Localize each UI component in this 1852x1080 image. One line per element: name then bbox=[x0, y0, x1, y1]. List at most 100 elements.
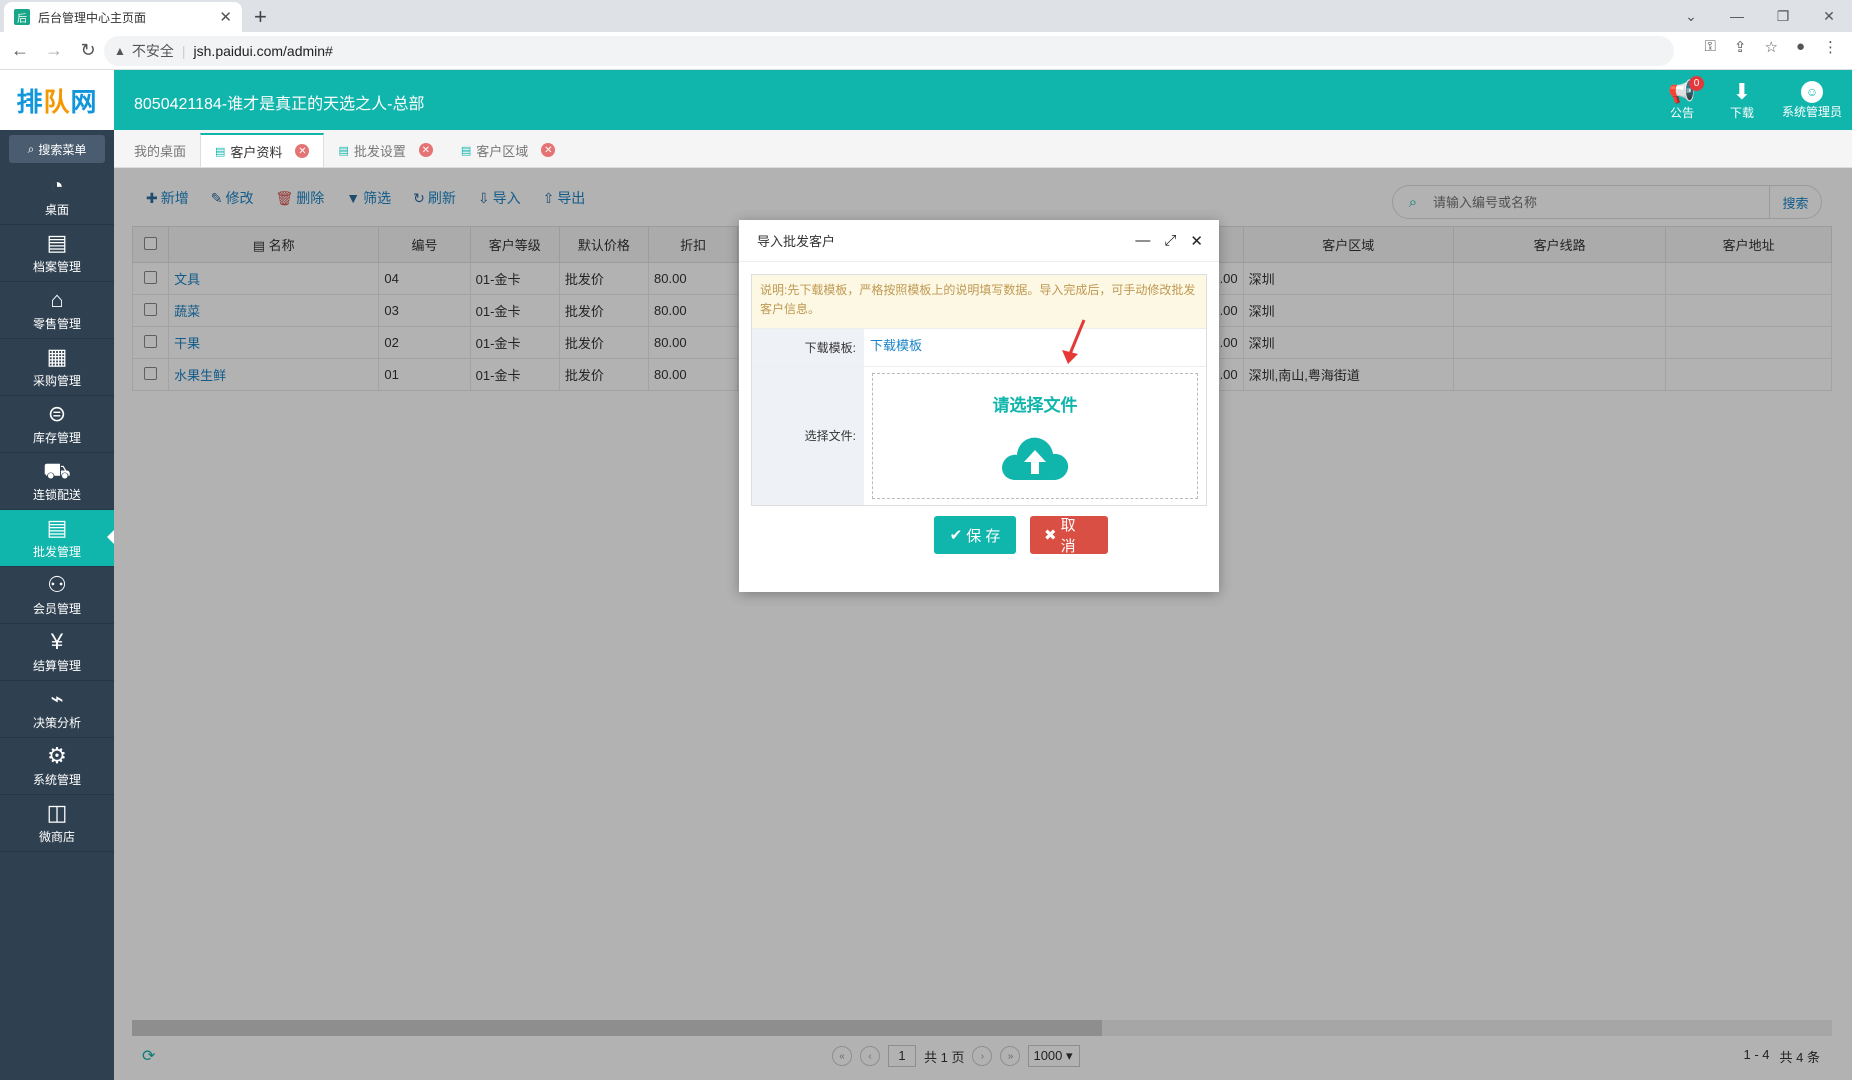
sidebar-item[interactable]: ⊜ 库存管理 bbox=[0, 396, 114, 453]
browser-tab[interactable]: 后 后台管理中心主页面 ✕ bbox=[4, 2, 242, 32]
menu-icon: ◫ bbox=[46, 800, 68, 825]
close-tab-icon[interactable]: ✕ bbox=[219, 8, 232, 26]
search-menu-button[interactable]: ⌕ 搜索菜单 bbox=[9, 135, 105, 163]
sidebar-item-label: 库存管理 bbox=[32, 431, 81, 445]
sidebar-item[interactable]: ⛟ 连锁配送 bbox=[0, 453, 114, 510]
menu-icon: ⌂ bbox=[50, 287, 64, 312]
sidebar-item[interactable]: ⌂ 零售管理 bbox=[0, 282, 114, 339]
close-icon[interactable]: ✕ bbox=[1190, 232, 1203, 250]
close-tab-icon[interactable]: ✕ bbox=[418, 143, 433, 157]
sidebar-item-label: 决策分析 bbox=[32, 716, 81, 730]
menu-icon: ⌁ bbox=[50, 686, 64, 711]
download-icon: ⬇ bbox=[1732, 78, 1752, 104]
page-tab[interactable]: ▤ 客户区域 ✕ bbox=[447, 133, 569, 167]
bookmark-star-icon[interactable]: ☆ bbox=[1764, 38, 1777, 56]
page-tab-label: 我的桌面 bbox=[134, 143, 187, 159]
address-bar-row: ← → ↻ ▲ 不安全 | jsh.paidui.com/admin# bbox=[0, 32, 1852, 70]
tab-search-icon[interactable]: ⌄ bbox=[1668, 0, 1714, 32]
close-window-button[interactable]: ✕ bbox=[1806, 0, 1852, 32]
sidebar-item[interactable]: ◔ 桌面 bbox=[0, 168, 114, 225]
user-label: 系统管理员 bbox=[1781, 104, 1842, 119]
menu-icon: ¥ bbox=[50, 629, 64, 654]
notice-label: 公告 bbox=[1669, 105, 1694, 120]
sidebar-item[interactable]: ¥ 结算管理 bbox=[0, 624, 114, 681]
close-x-icon: ✖ bbox=[1044, 527, 1057, 544]
sidebar-item-label: 会员管理 bbox=[32, 602, 81, 616]
url-omnibox[interactable]: ▲ 不安全 | jsh.paidui.com/admin# bbox=[104, 36, 1674, 66]
sidebar-item-label: 连锁配送 bbox=[32, 488, 81, 502]
minimize-window-button[interactable]: — bbox=[1714, 0, 1760, 32]
sidebar-item-label: 批发管理 bbox=[32, 545, 81, 559]
sidebar-item[interactable]: ⚙ 系统管理 bbox=[0, 738, 114, 795]
share-icon[interactable]: ⇪ bbox=[1734, 38, 1747, 56]
app-header: 排队网 8050421184-谁才是真正的天选之人-总部 📢 0 公告 ⬇ 下载… bbox=[0, 70, 1852, 130]
close-tab-icon[interactable]: ✕ bbox=[295, 144, 310, 158]
page-tab[interactable]: 我的桌面 bbox=[120, 133, 200, 167]
sidebar-item-label: 零售管理 bbox=[32, 317, 81, 331]
new-tab-button[interactable]: + bbox=[254, 4, 267, 30]
favicon-icon: 后 bbox=[14, 9, 30, 25]
menu-icon: ⚇ bbox=[47, 572, 67, 597]
upload-prompt: 请选择文件 bbox=[992, 395, 1078, 415]
download-template-link[interactable]: 下载模板 bbox=[870, 338, 922, 353]
maximize-icon[interactable]: ⤢ bbox=[1164, 232, 1176, 250]
page-tab-label: 客户区域 bbox=[476, 143, 529, 159]
restore-window-button[interactable]: ❐ bbox=[1760, 0, 1806, 32]
avatar: ☺ bbox=[1801, 80, 1823, 103]
menu-icon: ⛟ bbox=[43, 458, 71, 483]
download-button[interactable]: ⬇ 下载 bbox=[1712, 70, 1772, 130]
back-icon[interactable]: ← bbox=[6, 40, 34, 61]
sidebar-item-label: 桌面 bbox=[44, 203, 69, 217]
menu-icon: ▤ bbox=[46, 515, 68, 540]
menu-icon: ▦ bbox=[46, 344, 68, 369]
file-label: 选择文件: bbox=[752, 367, 864, 505]
insecure-label: 不安全 bbox=[131, 43, 174, 59]
tab-page-icon: ▤ bbox=[215, 145, 226, 158]
page-tab-label: 客户资料 bbox=[230, 144, 283, 160]
sidebar-item[interactable]: ▦ 采购管理 bbox=[0, 339, 114, 396]
menu-icon: ⊜ bbox=[47, 401, 67, 426]
dialog-title: 导入批发客户 bbox=[757, 234, 836, 249]
profile-icon[interactable]: ● bbox=[1796, 38, 1805, 56]
check-icon: ✔ bbox=[949, 527, 963, 544]
search-icon: ⌕ bbox=[27, 141, 35, 156]
notice-button[interactable]: 📢 0 公告 bbox=[1652, 70, 1712, 130]
sidebar: ⌕ 搜索菜单 ◔ 桌面 ▤ 档案管理 ⌂ 零售管理 ▦ 采购管理 ⊜ 库存管理 ⛟ 连锁配送 ▤ 批发管理… bbox=[0, 130, 114, 1080]
import-notice: 说明:先下载模板，严格按照模板上的说明填写数据。导入完成后，可手动修改批发客户信… bbox=[752, 275, 1206, 329]
sidebar-item-label: 系统管理 bbox=[32, 773, 81, 787]
warning-icon: ▲ bbox=[114, 44, 126, 58]
menu-icon: ◔ bbox=[50, 173, 64, 198]
menu-icon: ⚙ bbox=[47, 743, 67, 768]
sidebar-item[interactable]: ▤ 档案管理 bbox=[0, 225, 114, 282]
sidebar-item-label: 微商店 bbox=[38, 830, 75, 844]
url-text: jsh.paidui.com/admin# bbox=[193, 43, 333, 59]
download-label: 下载 bbox=[1729, 105, 1754, 120]
sidebar-item[interactable]: ⌁ 决策分析 bbox=[0, 681, 114, 738]
sidebar-item[interactable]: ⚇ 会员管理 bbox=[0, 567, 114, 624]
menu-icon: ▤ bbox=[46, 230, 68, 255]
file-upload-area[interactable]: 请选择文件 bbox=[872, 373, 1198, 499]
save-button[interactable]: ✔ 保 存 bbox=[934, 516, 1016, 554]
close-tab-icon[interactable]: ✕ bbox=[541, 143, 556, 157]
more-menu-icon[interactable]: ⋮ bbox=[1823, 38, 1838, 56]
sidebar-item[interactable]: ▤ 批发管理 bbox=[0, 510, 114, 567]
sidebar-item[interactable]: ◫ 微商店 bbox=[0, 795, 114, 852]
browser-tab-title: 后台管理中心主页面 bbox=[38, 10, 147, 25]
user-menu[interactable]: ☺ 系统管理员 bbox=[1772, 70, 1852, 130]
browser-tabstrip: 后 后台管理中心主页面 ✕ + ⌄ — ❐ ✕ bbox=[0, 0, 1852, 32]
minimize-icon[interactable]: — bbox=[1135, 232, 1150, 250]
page-tab[interactable]: ▤ 批发设置 ✕ bbox=[324, 133, 446, 167]
red-arrow-annotation bbox=[1062, 319, 1086, 364]
key-icon[interactable]: ⚿ bbox=[1704, 38, 1715, 56]
sidebar-item-label: 结算管理 bbox=[32, 659, 81, 673]
import-dialog: 导入批发客户 — ⤢ ✕ 说明:先下载模板，严格按照模板上的说明填写数据。导入完… bbox=[739, 220, 1219, 592]
forward-icon[interactable]: → bbox=[40, 40, 68, 61]
cloud-upload-icon bbox=[1002, 437, 1069, 480]
tab-page-icon: ▤ bbox=[460, 144, 472, 157]
brand-logo[interactable]: 排队网 bbox=[0, 70, 114, 130]
cancel-button[interactable]: ✖ 取 消 bbox=[1030, 516, 1108, 555]
reload-icon[interactable]: ↻ bbox=[74, 40, 102, 61]
template-label: 下载模板: bbox=[752, 329, 864, 366]
page-tab[interactable]: ▤ 客户资料 ✕ bbox=[200, 133, 325, 167]
sidebar-item-label: 采购管理 bbox=[32, 374, 81, 388]
